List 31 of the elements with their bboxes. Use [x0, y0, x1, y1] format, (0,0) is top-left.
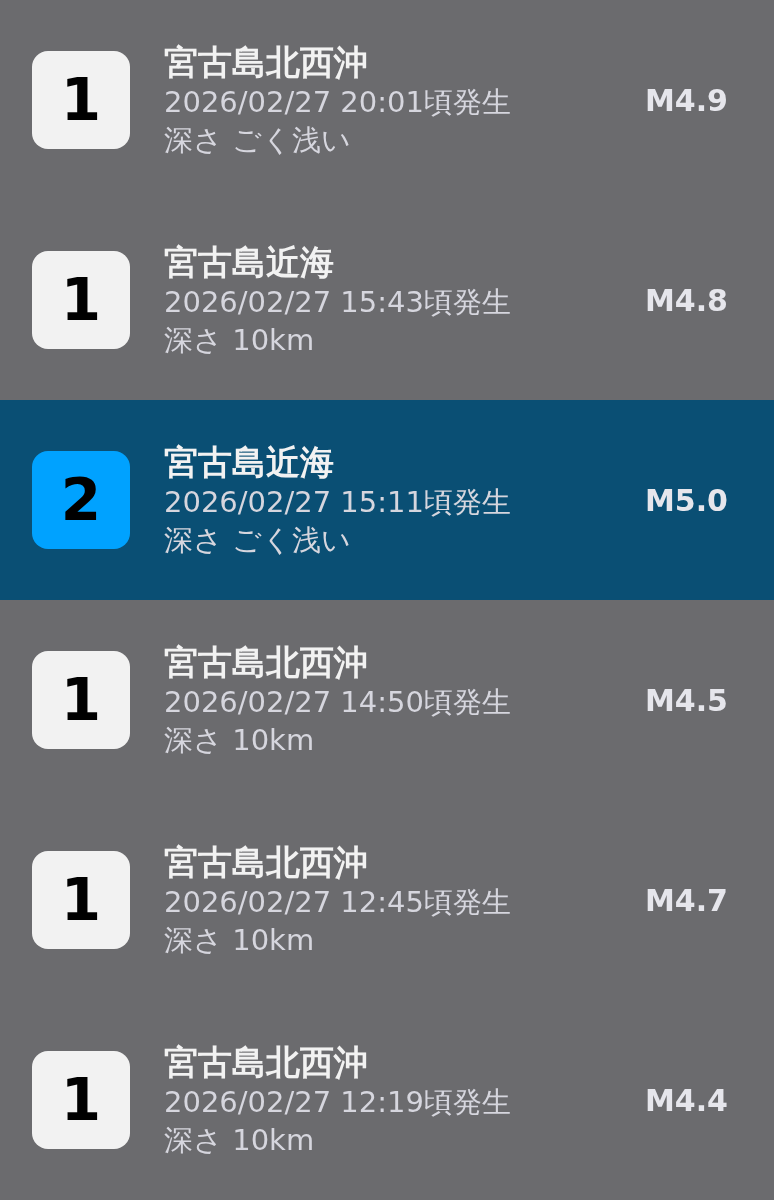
magnitude-text: M4.7	[645, 881, 728, 920]
magnitude-text: M4.4	[645, 1081, 728, 1120]
intensity-badge: 1	[32, 651, 130, 749]
magnitude-text: M4.5	[645, 681, 728, 720]
intensity-badge: 1	[32, 251, 130, 349]
depth-text: 深さ 10km	[164, 922, 316, 960]
depth-text: 深さ ごく浅い	[164, 122, 353, 160]
depth-text: 深さ ごく浅い	[164, 522, 353, 560]
place-name: 宮古島北西沖	[164, 641, 369, 685]
intensity-badge: 1	[32, 1051, 130, 1149]
earthquake-list-item[interactable]: 2 宮古島近海 2026/02/27 15:11頃発生 深さ ごく浅い M5.0	[0, 400, 774, 600]
depth-text: 深さ 10km	[164, 1122, 316, 1160]
depth-text: 深さ 10km	[164, 722, 316, 760]
intensity-badge: 1	[32, 51, 130, 149]
occurrence-time: 2026/02/27 20:01頃発生	[164, 84, 512, 122]
intensity-badge: 2	[32, 451, 130, 549]
magnitude-text: M4.9	[645, 81, 728, 120]
intensity-badge: 1	[32, 851, 130, 949]
occurrence-time: 2026/02/27 12:19頃発生	[164, 1084, 512, 1122]
magnitude-text: M4.8	[645, 281, 728, 320]
depth-text: 深さ 10km	[164, 322, 316, 360]
place-name: 宮古島近海	[164, 241, 335, 285]
occurrence-time: 2026/02/27 12:45頃発生	[164, 884, 512, 922]
place-name: 宮古島北西沖	[164, 841, 369, 885]
magnitude-text: M5.0	[645, 481, 728, 520]
occurrence-time: 2026/02/27 15:43頃発生	[164, 284, 512, 322]
place-name: 宮古島北西沖	[164, 41, 369, 85]
occurrence-time: 2026/02/27 14:50頃発生	[164, 684, 512, 722]
place-name: 宮古島北西沖	[164, 1041, 369, 1085]
occurrence-time: 2026/02/27 15:11頃発生	[164, 484, 512, 522]
place-name: 宮古島近海	[164, 441, 335, 485]
